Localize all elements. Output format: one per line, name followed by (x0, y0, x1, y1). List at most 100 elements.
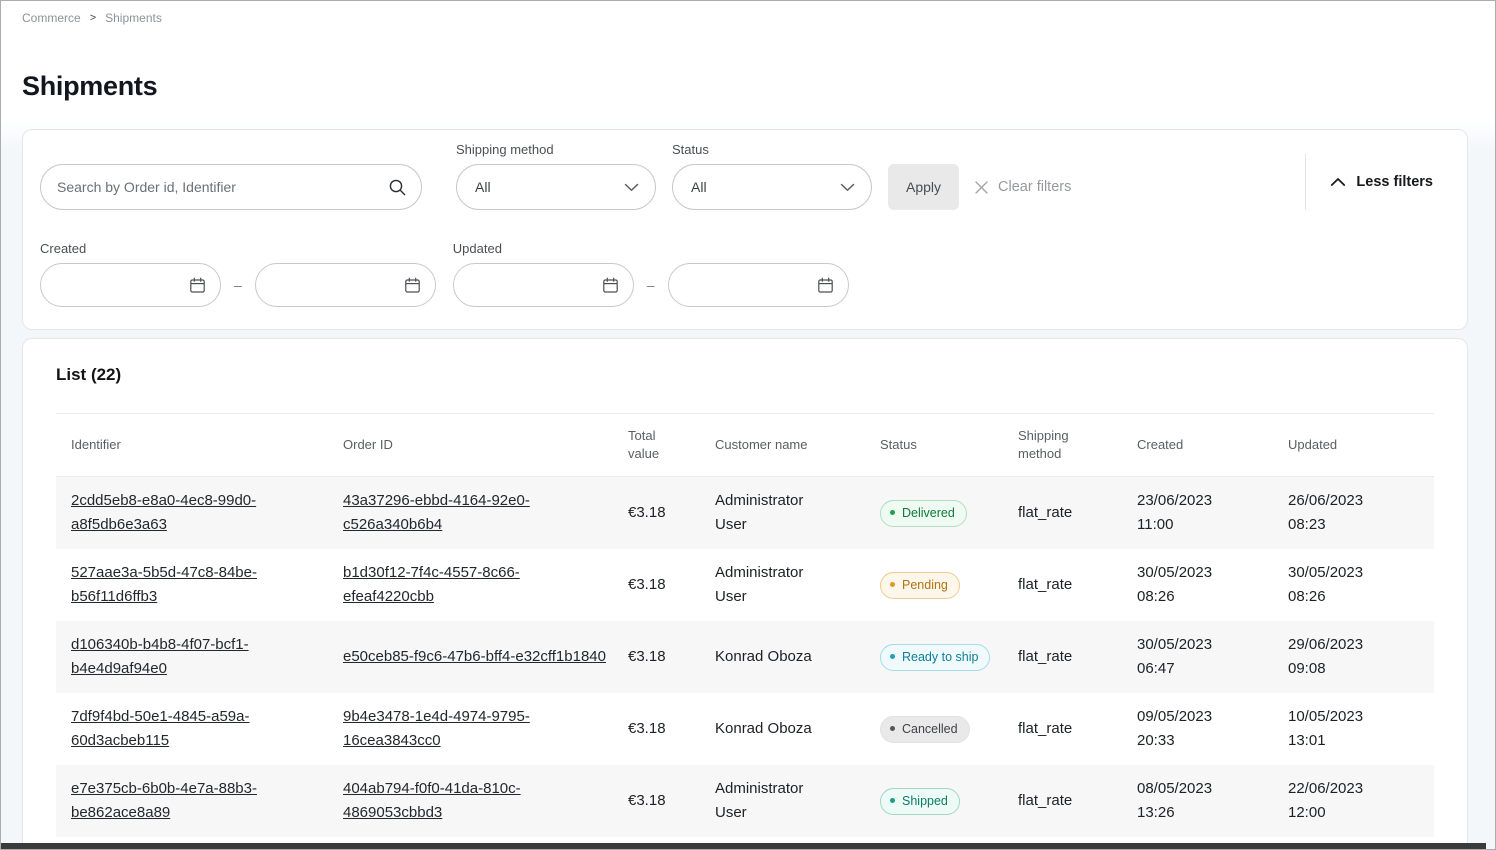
column-header: Shipping method (1018, 414, 1137, 476)
column-header: Order ID (343, 414, 628, 476)
list-title: List (22) (56, 339, 1434, 385)
customer-name-cell: Administrator User (715, 765, 880, 837)
apply-button[interactable]: Apply (888, 164, 959, 210)
created-cell: 30/05/2023 08:26 (1137, 549, 1288, 621)
total-value-cell: €3.18 (628, 765, 715, 837)
identifier-link[interactable]: 527aae3a-5b5d-47c8-84be-b56f11d6ffb3 (71, 561, 323, 609)
created-from-field (40, 263, 221, 307)
updated-date-range: – (453, 263, 849, 307)
calendar-icon[interactable] (404, 277, 421, 294)
status-dot (890, 726, 895, 731)
status-dot (890, 582, 895, 587)
status-select[interactable]: All (672, 164, 872, 210)
breadcrumb-commerce[interactable]: Commerce (22, 11, 81, 25)
identifier-cell: e7e375cb-6b0b-4e7a-88b3-be862ace8a89 (56, 765, 343, 837)
breadcrumb: Commerce > Shipments (1, 1, 1495, 25)
breadcrumb-shipments: Shipments (105, 11, 162, 25)
identifier-link[interactable]: d106340b-b4b8-4f07-bcf1-b4e4d9af94e0 (71, 633, 323, 681)
updated-label: Updated (453, 241, 849, 256)
order-id-cell: 43a37296-ebbd-4164-92e0-c526a340b6b4 (343, 477, 628, 549)
shipping-method-cell: flat_rate (1018, 549, 1137, 621)
status-badge: Pending (880, 572, 960, 599)
filters-row-dates: Created – (40, 241, 1447, 307)
less-filters-label: Less filters (1356, 174, 1433, 190)
order-id-link[interactable]: b1d30f12-7f4c-4557-8c66-efeaf4220cbb (343, 561, 608, 609)
created-cell: 09/05/2023 20:33 (1137, 693, 1288, 765)
status-cell: Pending (880, 549, 1018, 621)
clear-filters-button[interactable]: Clear filters (973, 164, 1071, 210)
close-icon (973, 179, 990, 196)
status-badge: Delivered (880, 500, 967, 527)
updated-cell: 26/06/2023 08:23 (1288, 477, 1434, 549)
created-cell: 30/05/2023 06:47 (1137, 621, 1288, 693)
column-header: Identifier (56, 414, 343, 476)
search-group (40, 164, 456, 210)
customer-name-cell: Administrator User (715, 477, 880, 549)
column-header: Total value (628, 414, 715, 476)
status-dot (890, 654, 895, 659)
date-range-separator: – (647, 277, 655, 293)
status-label: Status (672, 142, 872, 157)
shipping-method-cell: flat_rate (1018, 765, 1137, 837)
search-icon (388, 178, 407, 197)
identifier-cell: 2cdd5eb8-e8a0-4ec8-99d0-a8f5db6e3a63 (56, 477, 343, 549)
calendar-icon[interactable] (817, 277, 834, 294)
total-value-cell: €3.18 (628, 693, 715, 765)
search-box (40, 164, 422, 210)
column-header: Created (1137, 414, 1288, 476)
created-cell: 23/06/2023 11:00 (1137, 477, 1288, 549)
identifier-cell: d106340b-b4b8-4f07-bcf1-b4e4d9af94e0 (56, 621, 343, 693)
order-id-link[interactable]: 43a37296-ebbd-4164-92e0-c526a340b6b4 (343, 489, 608, 537)
vertical-divider (1305, 154, 1306, 210)
updated-from-input[interactable] (470, 277, 602, 293)
status-badge: Cancelled (880, 716, 970, 743)
order-id-link[interactable]: e50ceb85-f9c6-47b6-bff4-e32cff1b1840 (343, 645, 606, 669)
chevron-up-icon (1330, 177, 1346, 187)
shipping-method-filter: Shipping method All (456, 142, 656, 210)
created-date-filter: Created – (40, 241, 436, 307)
total-value-cell: €3.18 (628, 549, 715, 621)
identifier-cell: 527aae3a-5b5d-47c8-84be-b56f11d6ffb3 (56, 549, 343, 621)
shipments-list-panel: List (22) IdentifierOrder IDTotal valueC… (22, 338, 1468, 850)
updated-cell: 30/05/2023 08:26 (1288, 549, 1434, 621)
identifier-cell: 7df9f4bd-50e1-4845-a59a-60d3acbeb115 (56, 693, 343, 765)
less-filters-toggle[interactable]: Less filters (1330, 159, 1447, 205)
updated-to-input[interactable] (685, 277, 817, 293)
customer-name-cell: Konrad Oboza (715, 621, 880, 693)
window-bottom-edge (1, 843, 1486, 849)
chevron-down-icon (624, 183, 639, 192)
table-row: d106340b-b4b8-4f07-bcf1-b4e4d9af94e0 e50… (56, 621, 1434, 693)
updated-date-filter: Updated – (453, 241, 849, 307)
created-to-input[interactable] (272, 277, 404, 293)
status-badge-label: Cancelled (902, 721, 958, 737)
shipping-method-cell: flat_rate (1018, 693, 1137, 765)
total-value-cell: €3.18 (628, 621, 715, 693)
status-filter: Status All (672, 142, 872, 210)
order-id-link[interactable]: 404ab794-f0f0-41da-810c-4869053cbbd3 (343, 777, 608, 825)
calendar-icon[interactable] (602, 277, 619, 294)
created-label: Created (40, 241, 436, 256)
filters-row-main: Shipping method All Status All (40, 142, 1447, 210)
calendar-icon[interactable] (189, 277, 206, 294)
order-id-link[interactable]: 9b4e3478-1e4d-4974-9795-16cea3843cc0 (343, 705, 608, 753)
updated-cell: 29/06/2023 09:08 (1288, 621, 1434, 693)
filters-right-zone: Less filters (1305, 154, 1447, 210)
table-header-row: IdentifierOrder IDTotal valueCustomer na… (56, 413, 1434, 477)
created-to-field (255, 263, 436, 307)
shipments-table: IdentifierOrder IDTotal valueCustomer na… (56, 413, 1434, 837)
table-row: 527aae3a-5b5d-47c8-84be-b56f11d6ffb3 b1d… (56, 549, 1434, 621)
identifier-link[interactable]: 7df9f4bd-50e1-4845-a59a-60d3acbeb115 (71, 705, 323, 753)
shipping-method-select[interactable]: All (456, 164, 656, 210)
total-value-cell: €3.18 (628, 477, 715, 549)
identifier-link[interactable]: 2cdd5eb8-e8a0-4ec8-99d0-a8f5db6e3a63 (71, 489, 323, 537)
created-from-input[interactable] (57, 277, 189, 293)
created-cell: 08/05/2023 13:26 (1137, 765, 1288, 837)
identifier-link[interactable]: e7e375cb-6b0b-4e7a-88b3-be862ace8a89 (71, 777, 323, 825)
search-input[interactable] (57, 179, 388, 195)
updated-to-field (668, 263, 849, 307)
shipping-method-label: Shipping method (456, 142, 656, 157)
chevron-down-icon (840, 183, 855, 192)
status-badge: Shipped (880, 788, 960, 815)
shipping-method-cell: flat_rate (1018, 477, 1137, 549)
status-dot (890, 510, 895, 515)
